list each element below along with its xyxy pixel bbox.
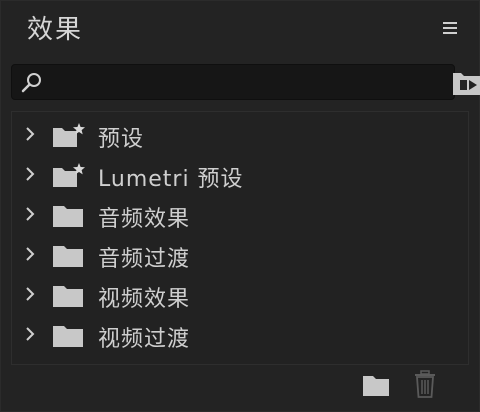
effects-panel: 效果 预设 Lumetri 预设 音频效果 音频过渡 视频效果 视频过渡	[0, 0, 480, 412]
preset-folder-star-icon	[53, 123, 85, 147]
effects-tree: 预设 Lumetri 预设 音频效果 音频过渡 视频效果 视频过渡	[11, 111, 469, 365]
new-custom-bin-button[interactable]	[451, 69, 480, 97]
hamburger-icon-line	[443, 32, 457, 34]
new-custom-bin-icon	[453, 73, 480, 95]
tree-item-video-effects[interactable]: 视频效果	[12, 274, 468, 314]
folder-icon	[53, 286, 83, 307]
tree-item-label: 预设	[98, 127, 145, 152]
chevron-right-icon[interactable]	[22, 125, 38, 143]
tree-item-label: 音频过渡	[98, 247, 191, 272]
trash-icon	[415, 370, 435, 398]
hamburger-icon-line	[443, 27, 457, 29]
tree-item-label: 视频效果	[98, 287, 191, 312]
chevron-right-icon[interactable]	[22, 165, 38, 183]
tree-item-label: Lumetri 预设	[98, 167, 244, 192]
hamburger-icon	[443, 22, 457, 24]
search-box[interactable]	[11, 64, 455, 100]
new-folder-button[interactable]	[361, 372, 391, 398]
tree-item-label: 视频过渡	[98, 327, 191, 352]
tree-item-presets[interactable]: 预设	[12, 114, 468, 154]
panel-menu-button[interactable]	[441, 19, 459, 37]
chevron-right-icon[interactable]	[22, 245, 38, 263]
tree-item-audio-effects[interactable]: 音频效果	[12, 194, 468, 234]
folder-icon	[53, 326, 83, 347]
tree-item-lumetri-presets[interactable]: Lumetri 预设	[12, 154, 468, 194]
tree-item-audio-transitions[interactable]: 音频过渡	[12, 234, 468, 274]
panel-title: 效果	[27, 15, 84, 45]
new-folder-icon	[363, 376, 389, 396]
search-input[interactable]	[48, 69, 452, 97]
chevron-right-icon[interactable]	[22, 205, 38, 223]
chevron-right-icon[interactable]	[22, 285, 38, 303]
chevron-right-icon[interactable]	[22, 325, 38, 343]
folder-icon	[53, 246, 83, 267]
search-icon	[21, 73, 41, 93]
folder-icon	[53, 206, 83, 227]
delete-button[interactable]	[413, 369, 437, 399]
tree-item-label: 音频效果	[98, 207, 191, 232]
panel-header: 效果	[1, 1, 480, 57]
preset-folder-star-icon	[53, 163, 85, 187]
tree-item-video-transitions[interactable]: 视频过渡	[12, 314, 468, 354]
